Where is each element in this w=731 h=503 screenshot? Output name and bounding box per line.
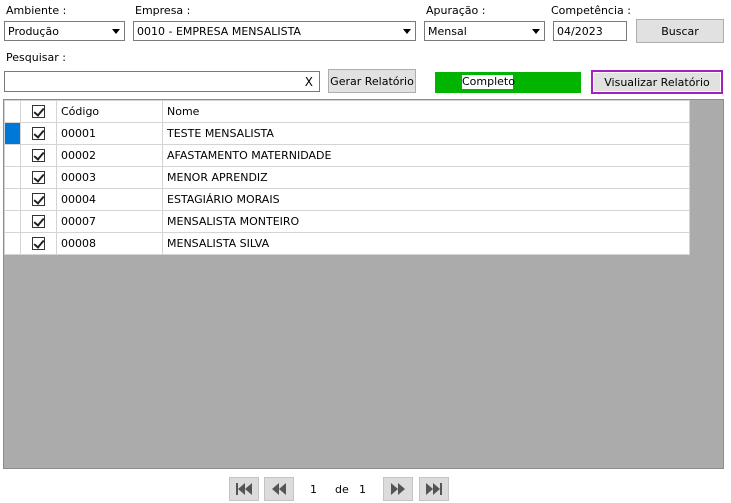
cell-nome: ESTAGIÁRIO MORAIS bbox=[162, 188, 690, 211]
checkbox-checked-icon[interactable] bbox=[32, 127, 45, 141]
competencia-label: Competência : bbox=[551, 4, 631, 17]
employee-grid: Código Nome 00001 TESTE MENSALISTA 00002 AF… bbox=[3, 99, 724, 469]
cell-nome: AFASTAMENTO MATERNIDADE bbox=[162, 144, 690, 167]
checkbox-icon[interactable] bbox=[32, 105, 45, 119]
cell-codigo: 00007 bbox=[56, 210, 163, 233]
empresa-select[interactable]: 0010 - EMPRESA MENSALISTA bbox=[133, 21, 416, 41]
pesquisar-label: Pesquisar : bbox=[6, 51, 66, 64]
checkbox-checked-icon[interactable] bbox=[32, 237, 45, 251]
empresa-value: 0010 - EMPRESA MENSALISTA bbox=[137, 25, 301, 38]
table-row[interactable]: 00003 MENOR APRENDIZ bbox=[4, 166, 690, 189]
apuracao-select[interactable]: Mensal bbox=[424, 21, 545, 41]
cell-nome: MENSALISTA MONTEIRO bbox=[162, 210, 690, 233]
row-selector[interactable] bbox=[4, 210, 21, 233]
cell-codigo: 00003 bbox=[56, 166, 163, 189]
table-row[interactable]: 00008 MENSALISTA SILVA bbox=[4, 232, 690, 255]
competencia-input[interactable] bbox=[554, 22, 626, 40]
row-checkbox[interactable] bbox=[20, 210, 57, 233]
row-checkbox[interactable] bbox=[20, 122, 57, 145]
select-all-checkbox[interactable] bbox=[20, 100, 57, 123]
visualizar-relatorio-button[interactable]: Visualizar Relatório bbox=[591, 70, 723, 94]
row-selector[interactable] bbox=[4, 232, 21, 255]
buscar-button[interactable]: Buscar bbox=[636, 19, 724, 43]
cell-codigo: 00002 bbox=[56, 144, 163, 167]
previous-page-button[interactable] bbox=[264, 477, 294, 501]
cell-nome: MENOR APRENDIZ bbox=[162, 166, 690, 189]
ambiente-label: Ambiente : bbox=[6, 4, 67, 17]
cell-nome: MENSALISTA SILVA bbox=[162, 232, 690, 255]
row-selector[interactable] bbox=[4, 122, 21, 145]
row-checkbox[interactable] bbox=[20, 232, 57, 255]
status-bar: Completo bbox=[435, 72, 581, 93]
row-checkbox[interactable] bbox=[20, 188, 57, 211]
search-input[interactable] bbox=[5, 72, 319, 91]
row-selector-header bbox=[4, 100, 21, 123]
empresa-label: Empresa : bbox=[135, 4, 191, 17]
checkbox-checked-icon[interactable] bbox=[32, 171, 45, 185]
cell-codigo: 00004 bbox=[56, 188, 163, 211]
chevron-down-icon[interactable] bbox=[528, 22, 544, 40]
gerar-relatorio-button[interactable]: Gerar Relatório bbox=[328, 69, 416, 93]
row-selector[interactable] bbox=[4, 144, 21, 167]
cell-codigo: 00008 bbox=[56, 232, 163, 255]
search-field[interactable]: X bbox=[4, 71, 320, 92]
column-header-nome[interactable]: Nome bbox=[162, 100, 690, 123]
row-selector[interactable] bbox=[4, 166, 21, 189]
apuracao-label: Apuração : bbox=[426, 4, 486, 17]
competencia-field[interactable] bbox=[553, 21, 627, 41]
checkbox-checked-icon[interactable] bbox=[32, 193, 45, 207]
column-header-codigo[interactable]: Código bbox=[56, 100, 163, 123]
last-page-button[interactable] bbox=[419, 477, 449, 501]
current-page: 1 bbox=[310, 483, 317, 496]
status-text: Completo bbox=[462, 75, 515, 89]
first-page-button[interactable] bbox=[229, 477, 259, 501]
chevron-down-icon[interactable] bbox=[399, 22, 415, 40]
cell-nome: TESTE MENSALISTA bbox=[162, 122, 690, 145]
ambiente-value: Produção bbox=[8, 25, 59, 38]
cell-codigo: 00001 bbox=[56, 122, 163, 145]
page-of-label: de bbox=[335, 483, 349, 496]
next-page-button[interactable] bbox=[383, 477, 413, 501]
last-page-icon bbox=[426, 483, 442, 495]
checkbox-checked-icon[interactable] bbox=[32, 215, 45, 229]
next-page-icon bbox=[391, 483, 405, 495]
ambiente-select[interactable]: Produção bbox=[4, 21, 125, 41]
table-row[interactable]: 00004 ESTAGIÁRIO MORAIS bbox=[4, 188, 690, 211]
checkbox-checked-icon[interactable] bbox=[32, 149, 45, 163]
previous-page-icon bbox=[272, 483, 286, 495]
table-row[interactable]: 00001 TESTE MENSALISTA bbox=[4, 122, 690, 145]
table-row[interactable]: 00007 MENSALISTA MONTEIRO bbox=[4, 210, 690, 233]
table-row[interactable]: 00002 AFASTAMENTO MATERNIDADE bbox=[4, 144, 690, 167]
employee-table: Código Nome 00001 TESTE MENSALISTA 00002 AF… bbox=[4, 100, 690, 255]
apuracao-value: Mensal bbox=[428, 25, 467, 38]
row-checkbox[interactable] bbox=[20, 166, 57, 189]
clear-search-button[interactable]: X bbox=[305, 75, 313, 89]
row-checkbox[interactable] bbox=[20, 144, 57, 167]
chevron-down-icon[interactable] bbox=[108, 22, 124, 40]
table-header-row: Código Nome bbox=[4, 100, 690, 123]
total-pages: 1 bbox=[359, 483, 366, 496]
row-selector[interactable] bbox=[4, 188, 21, 211]
first-page-icon bbox=[236, 483, 252, 495]
